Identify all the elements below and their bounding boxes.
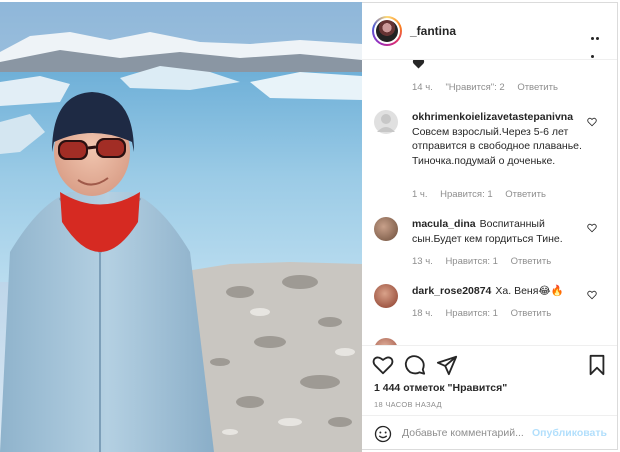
- comment-input[interactable]: [402, 427, 532, 439]
- heart-icon: [412, 60, 425, 69]
- likes-count[interactable]: 1 444 отметок "Нравится": [374, 382, 507, 394]
- comment-icon[interactable]: [404, 354, 426, 376]
- comment-likes[interactable]: Нравится: 1: [445, 256, 497, 267]
- instagram-post: _fantina 14 ч. "Нравится": 2 Ответить ok…: [0, 0, 620, 452]
- send-icon[interactable]: [436, 354, 458, 376]
- reply-button[interactable]: Ответить: [511, 308, 552, 319]
- comment-body: macula_dina Воспитанный сын.Будет кем гор…: [412, 217, 582, 246]
- comment-meta: 1 ч. Нравится: 1 Ответить: [412, 189, 556, 200]
- post-time: 18 ЧАСОВ НАЗАД: [374, 400, 442, 409]
- more-dots-icon[interactable]: [591, 27, 605, 58]
- add-comment-bar: Опубликовать: [362, 415, 617, 452]
- comment-time: 13 ч.: [412, 256, 433, 267]
- comment-likes[interactable]: Нравится: 1: [440, 189, 492, 200]
- reply-button[interactable]: Ответить: [511, 256, 552, 267]
- heart-icon[interactable]: [372, 354, 394, 376]
- emoji-icon[interactable]: [374, 425, 392, 443]
- author-avatar[interactable]: [372, 16, 402, 46]
- comment-text: Ха. Веня😂🔥: [495, 285, 564, 297]
- post-side-panel: _fantina 14 ч. "Нравится": 2 Ответить ok…: [362, 2, 618, 450]
- post-image: [0, 2, 362, 452]
- comment-meta: 18 ч. Нравится: 1 Ответить: [412, 308, 561, 319]
- publish-button[interactable]: Опубликовать: [532, 427, 607, 439]
- comment-time: 14 ч.: [412, 82, 433, 93]
- commenter-avatar[interactable]: [374, 338, 398, 345]
- post-actions: 1 444 отметок "Нравится" 18 ЧАСОВ НАЗАД: [362, 345, 617, 414]
- comment-likes[interactable]: "Нравится": 2: [445, 82, 504, 93]
- post-photo[interactable]: [0, 2, 362, 452]
- commenter-avatar[interactable]: [374, 217, 398, 241]
- default-avatar-icon: [377, 114, 395, 132]
- comment-likes[interactable]: Нравится: 1: [445, 308, 497, 319]
- comment-like-icon[interactable]: [587, 290, 597, 300]
- reply-button[interactable]: Ответить: [517, 82, 558, 93]
- commenter-username[interactable]: dark_rose20874: [412, 285, 491, 297]
- comment-text: Совсем взрослый.Через 5-6 лет отправится…: [412, 125, 582, 167]
- comment-body: okhrimenkoielizavetastepanivna Совсем вз…: [412, 110, 582, 168]
- comment-time: 1 ч.: [412, 189, 428, 200]
- comment-time: 18 ч.: [412, 308, 433, 319]
- post-header: _fantina: [362, 3, 617, 60]
- comment-like-icon[interactable]: [587, 117, 597, 127]
- comment-meta: 14 ч. "Нравится": 2 Ответить: [412, 82, 568, 93]
- commenter-username[interactable]: okhrimenkoielizavetastepanivna: [412, 111, 573, 123]
- commenter-avatar[interactable]: [374, 284, 398, 308]
- commenter-username[interactable]: macula_dina: [412, 218, 476, 230]
- comments-list[interactable]: 14 ч. "Нравится": 2 Ответить okhrimenkoi…: [362, 60, 617, 345]
- bookmark-icon[interactable]: [586, 354, 608, 376]
- comment-meta: 13 ч. Нравится: 1 Ответить: [412, 256, 561, 267]
- author-username[interactable]: _fantina: [410, 24, 456, 38]
- reply-button[interactable]: Ответить: [505, 189, 546, 200]
- comment-body: dark_rose20874 Ха. Веня😂🔥: [412, 284, 582, 299]
- commenter-avatar[interactable]: [374, 110, 398, 134]
- comment-like-icon[interactable]: [587, 223, 597, 233]
